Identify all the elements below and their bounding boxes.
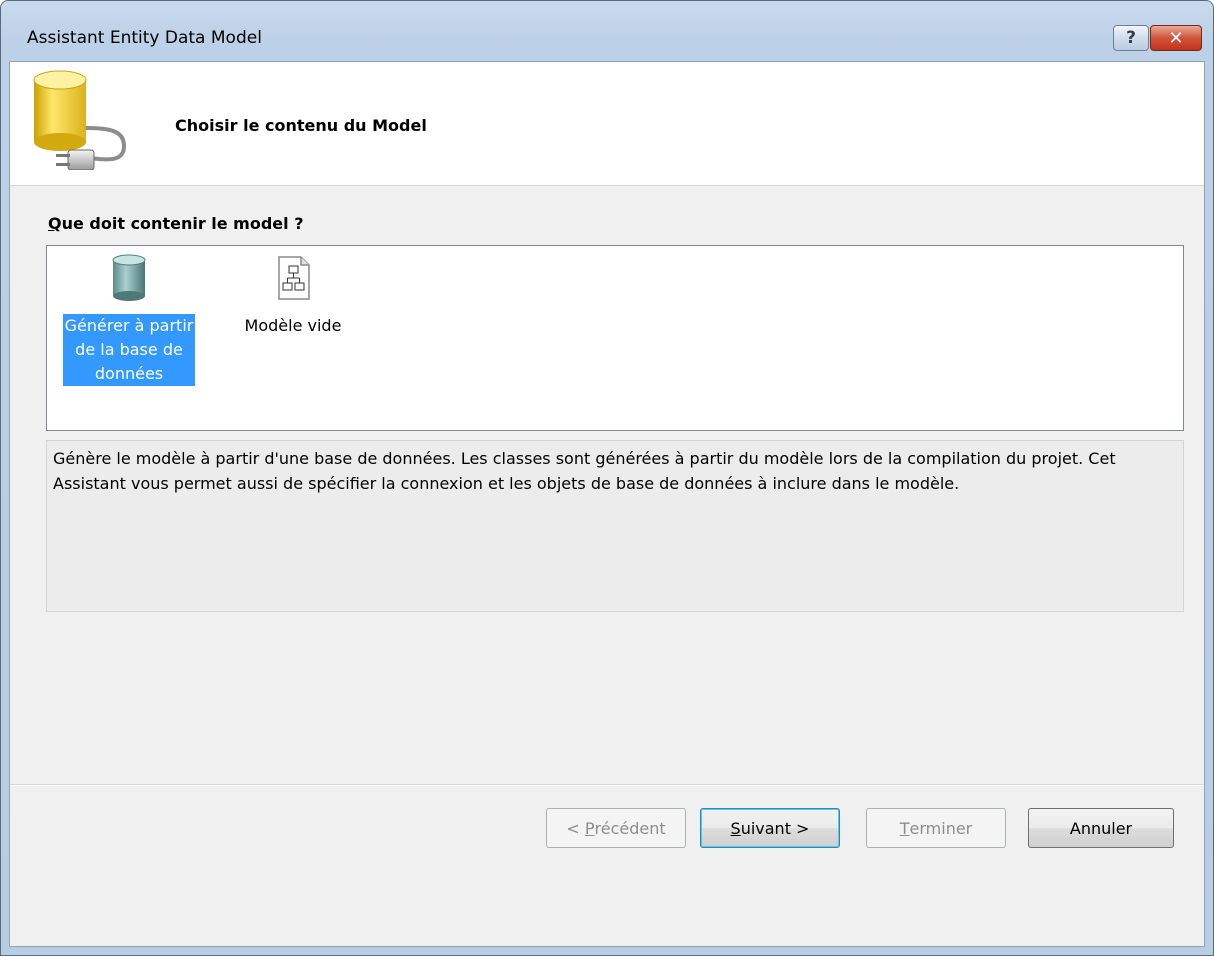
finish-button-accelerator: T (899, 818, 910, 838)
previous-button[interactable]: < Précédent (546, 808, 686, 848)
help-icon: ? (1126, 28, 1136, 48)
empty-model-icon (273, 254, 313, 306)
title-bar[interactable]: Assistant Entity Data Model ? ✕ (1, 1, 1213, 61)
section-label-text: ue doit contenir le model ? (61, 214, 304, 233)
section-label: Que doit contenir le model ? (48, 214, 303, 233)
next-button-label: uivant > (740, 818, 810, 838)
finish-button-label: erminer (909, 818, 973, 838)
option-label-line: données (94, 364, 164, 383)
next-button-accelerator: S (730, 818, 741, 838)
database-plug-icon (28, 70, 138, 174)
cancel-button-label: Annuler (1069, 818, 1133, 838)
next-button[interactable]: Suivant > (700, 808, 840, 848)
option-description: Génère le modèle à partir d'une base de … (46, 440, 1184, 612)
option-label-line: Générer à partir (64, 316, 194, 335)
option-empty-model[interactable]: Modèle vide (233, 254, 353, 338)
previous-button-accelerator: P (584, 818, 595, 838)
close-button[interactable]: ✕ (1150, 25, 1202, 51)
model-contents-list[interactable]: Générer à partir de la base de données M… (46, 245, 1184, 431)
previous-button-label: récédent (594, 818, 666, 838)
wizard-header: Choisir le contenu du Model (10, 62, 1204, 186)
help-button[interactable]: ? (1113, 25, 1149, 51)
option-label: Modèle vide (244, 316, 342, 335)
database-icon (109, 254, 149, 306)
footer-divider (10, 784, 1204, 786)
close-icon: ✕ (1168, 27, 1184, 49)
wizard-window: Assistant Entity Data Model ? ✕ Choisir … (0, 0, 1214, 956)
option-label-line: de la base de (75, 340, 183, 359)
wizard-client-area: Choisir le contenu du Model Que doit con… (9, 61, 1205, 947)
previous-button-prefix: < (566, 818, 585, 838)
section-label-accelerator: Q (48, 214, 62, 233)
finish-button[interactable]: Terminer (866, 808, 1006, 848)
cancel-button[interactable]: Annuler (1028, 808, 1174, 848)
window-title: Assistant Entity Data Model (27, 28, 262, 48)
option-label: Générer à partir de la base de données (62, 314, 196, 386)
option-generate-from-database[interactable]: Générer à partir de la base de données (55, 254, 203, 386)
page-title: Choisir le contenu du Model (175, 116, 427, 135)
